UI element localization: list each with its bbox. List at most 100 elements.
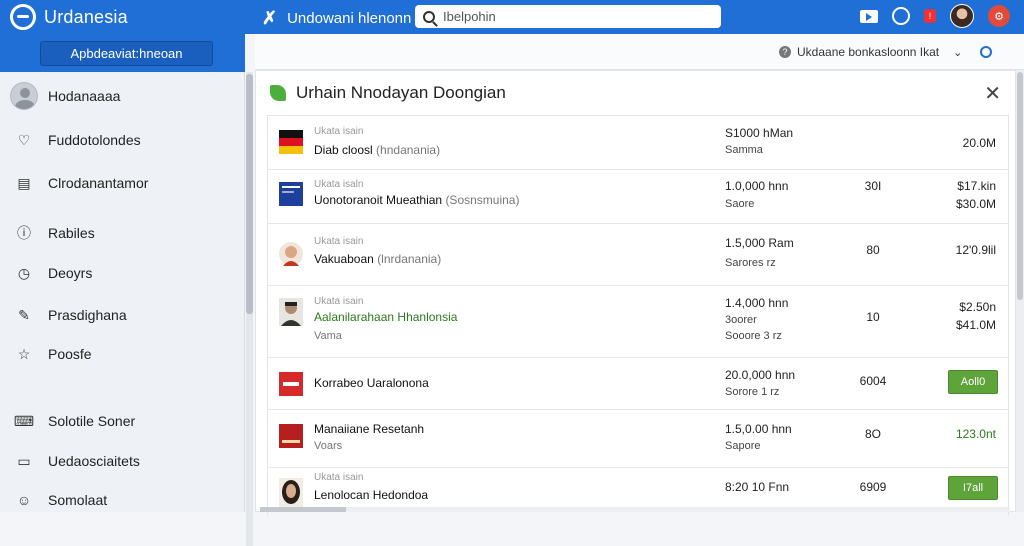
video-icon[interactable]	[860, 7, 878, 25]
panel-title-label: Urhain Nnodayan Doongian	[296, 83, 506, 102]
sidebar-item-label: Prasdighana	[48, 307, 127, 323]
help-text: Ukdaane bonkasloonn Ikat	[797, 45, 940, 59]
row-price-sub: 3oorer	[725, 314, 757, 326]
sidebar-item-1[interactable]: ♡ Fuddotolondes	[16, 131, 141, 149]
row-price: 8:20 10 Fnn	[725, 480, 790, 494]
horizontal-scrollbar[interactable]	[260, 507, 1010, 512]
help-icon: ?	[779, 46, 791, 58]
sidebar-item-5[interactable]: ✎ Prasdighana	[16, 307, 127, 324]
top-icons: ! ⚙	[860, 4, 1010, 28]
row-amount: $17.kin	[957, 179, 996, 193]
row-amount: 123.0nt	[955, 427, 996, 441]
row-category: Ukata isain	[314, 126, 364, 137]
row-price-sub: Samma	[725, 144, 763, 156]
portrait-thumbnail	[279, 298, 303, 326]
close-icon[interactable]: ✕	[984, 81, 1001, 106]
row-name: Aalanilarahaan Hhanlonsia	[314, 310, 458, 324]
row-subtitle: Voars	[314, 440, 343, 452]
row-subtitle: Vama	[314, 330, 342, 342]
row-name: Uonotoranoit Mueathian (Sosnsmuina)	[314, 193, 520, 207]
sidebar-item-7[interactable]: ⌨ Solotile Soner	[14, 413, 135, 430]
row-price: 1.0,000 hnn	[725, 179, 789, 193]
row-name: Manaiiane Resetanh	[314, 422, 425, 436]
profile-name: Hodanaaaa	[48, 88, 121, 104]
table-row[interactable]: Ukata isain Aalanilarahaan Hhanlonsia Va…	[268, 286, 1008, 358]
sidebar-item-2[interactable]: ▤ Clrodanantamor	[16, 175, 149, 192]
sidebar-item-label: Fuddotolondes	[48, 132, 141, 148]
loading-ring-icon[interactable]	[980, 46, 992, 58]
row-action-button[interactable]: Aoll0	[948, 370, 998, 394]
row-price-sub: Saore	[725, 198, 755, 210]
row-price: 1.4,000 hnn	[725, 296, 789, 310]
row-quantity: 8O	[864, 427, 881, 441]
table-row[interactable]: Ukata isaln Uonotoranoit Mueathian (Sosn…	[268, 170, 1008, 224]
brand-name: Urdanesia	[44, 6, 128, 27]
row-amount-secondary: $41.0M	[955, 318, 996, 332]
table-row[interactable]: Ukata isain Vakuaboan (lnrdanania) 1.5,0…	[268, 224, 1008, 286]
sidebar-item-6[interactable]: ☆ Poosfe	[16, 345, 92, 363]
heart-icon: ♡	[17, 131, 31, 148]
sidebar-item-3[interactable]: ⓘ Rabiles	[16, 225, 95, 241]
sidebar-scrollbar[interactable]	[246, 72, 253, 546]
row-quantity: 80	[866, 243, 880, 257]
sidebar-item-label: Somolaat	[48, 492, 108, 508]
leaf-icon	[270, 85, 286, 101]
row-quantity: 6004	[859, 374, 887, 388]
brand-logo-icon	[10, 4, 36, 30]
sidebar-header: Apbdeaviat:hneoan	[0, 34, 245, 72]
panel-title: Urhain Nnodayan Doongian	[270, 83, 506, 103]
chevron-down-icon: ⌄	[953, 46, 963, 59]
book-thumbnail	[279, 424, 303, 448]
notification-badge[interactable]: !	[924, 9, 936, 23]
search-input[interactable]	[443, 9, 713, 24]
row-name: Diab cloosl (hndanania)	[314, 143, 441, 157]
sidebar-item-label: Rabiles	[48, 225, 95, 241]
table-row[interactable]: Korrabeo Uaralonona 20.0,000 hnn Sorore …	[268, 358, 1008, 410]
folder-icon: ▭	[17, 452, 31, 469]
red-circle-icon[interactable]: ⚙	[988, 5, 1010, 27]
row-name: Vakuaboan (lnrdanania)	[314, 252, 442, 266]
results-panel: Urhain Nnodayan Doongian ✕ Ukata isain D…	[255, 70, 1016, 515]
row-amount: 12'0.9lil	[955, 243, 996, 257]
info-icon: ⓘ	[17, 225, 31, 241]
sidebar-item-label: Uedaosciaitets	[48, 453, 140, 469]
search-box[interactable]	[415, 5, 721, 28]
profile[interactable]: Hodanaaaa	[10, 82, 120, 110]
main-scrollbar-thumb[interactable]	[1017, 72, 1023, 300]
sidebar-scrollbar-thumb[interactable]	[246, 74, 253, 314]
brand[interactable]: Urdanesia	[10, 4, 128, 30]
row-amount: 20.0M	[962, 136, 996, 150]
row-price-sub: Sapore	[725, 440, 761, 452]
row-name: Lenolocan Hedondoa	[314, 488, 429, 502]
results-list: Ukata isain Diab cloosl (hndanania) S100…	[267, 115, 1009, 515]
table-row[interactable]: Manaiiane Resetanh Voars 1.5,0.00 hnn Sa…	[268, 410, 1008, 468]
help-dropdown[interactable]: ? Ukdaane bonkasloonn Ikat ⌄	[779, 45, 962, 59]
primary-action-button[interactable]: Apbdeaviat:hneoan	[40, 41, 213, 66]
row-price-sub: Sorore 1 rz	[725, 386, 780, 398]
row-quantity: 6909	[859, 480, 887, 494]
row-category: Ukata isain	[314, 236, 364, 247]
sidebar-item-label: Poosfe	[48, 346, 92, 362]
portrait-thumbnail	[279, 242, 303, 266]
sidebar-item-label: Clrodanantamor	[48, 175, 149, 191]
row-action-button[interactable]: I7all	[948, 476, 998, 500]
profile-avatar-icon	[10, 82, 38, 110]
row-category: Ukata isain	[314, 472, 364, 483]
table-row[interactable]: Ukata isain Diab cloosl (hndanania) S100…	[268, 116, 1008, 170]
star-icon: ☆	[17, 345, 31, 362]
row-category: Ukata isain	[314, 296, 364, 307]
user-avatar[interactable]	[950, 4, 974, 28]
app-title[interactable]: ✗ Undowani hlenonn	[262, 8, 411, 29]
app-title-label: Undowani hlenonn	[287, 10, 412, 27]
sidebar-item-9[interactable]: ☺ Somolaat	[16, 492, 107, 508]
sidebar: Apbdeaviat:hneoan Hodanaaaa ♡ Fuddotolon…	[0, 34, 253, 546]
row-quantity: 30I	[864, 179, 882, 193]
main-scrollbar[interactable]	[1016, 70, 1024, 512]
top-bar: Urdanesia ✗ Undowani hlenonn ! ⚙	[0, 0, 1024, 34]
row-amount: $2.50n	[959, 300, 996, 314]
globe-icon[interactable]	[892, 7, 910, 25]
sidebar-item-4[interactable]: ◷ Deoyrs	[16, 265, 92, 282]
horizontal-scrollbar-thumb[interactable]	[260, 507, 346, 512]
row-category: Ukata isaln	[314, 179, 364, 190]
sidebar-item-8[interactable]: ▭ Uedaosciaitets	[16, 452, 140, 470]
